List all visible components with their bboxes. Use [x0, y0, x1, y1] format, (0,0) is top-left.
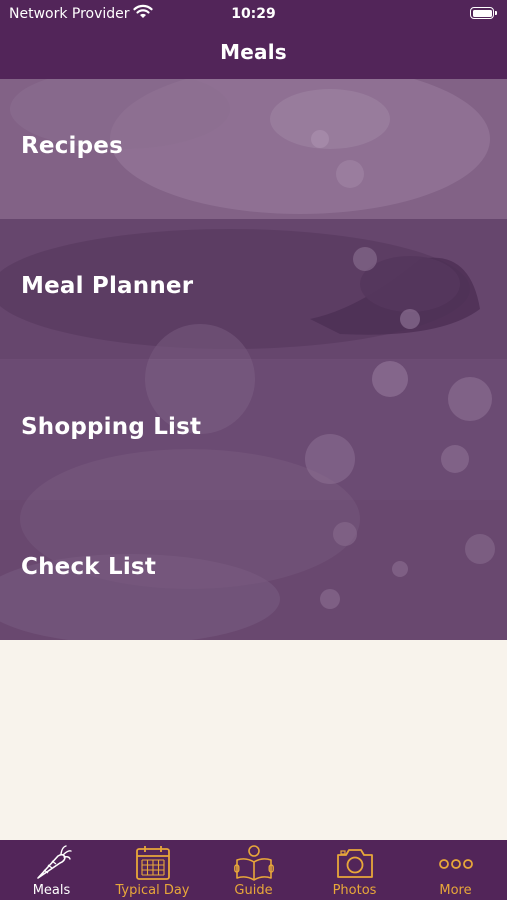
battery-icon: [470, 7, 497, 19]
menu-item-recipes[interactable]: Recipes: [0, 79, 507, 219]
menu-item-meal-planner[interactable]: Meal Planner: [0, 219, 507, 359]
tab-label: Photos: [332, 883, 377, 898]
status-bar: Network Provider 10:29: [0, 0, 507, 28]
reading-person-icon: [233, 845, 274, 881]
tab-label: Typical Day: [115, 883, 190, 898]
menu-item-label: Check List: [21, 554, 157, 580]
menu-item-shopping-list[interactable]: Shopping List: [0, 360, 507, 500]
calendar-icon: [135, 846, 170, 880]
status-time: 10:29: [231, 6, 276, 22]
tab-typical-day[interactable]: Typical Day: [102, 840, 203, 900]
tab-meals[interactable]: Meals: [1, 840, 102, 900]
tab-more[interactable]: More: [405, 840, 506, 900]
tab-label: Guide: [234, 883, 273, 898]
menu-item-label: Recipes: [21, 133, 123, 159]
menu-item-label: Meal Planner: [21, 273, 194, 299]
page-title: Meals: [220, 40, 287, 64]
tab-bar: Meals Typical Day Guide Photos More: [0, 840, 507, 900]
tab-guide[interactable]: Guide: [203, 840, 304, 900]
tab-label: Meals: [32, 883, 71, 898]
more-dots-icon: [438, 859, 473, 869]
carrot-icon: [36, 845, 72, 879]
navigation-bar: Network Provider 10:29 Meals: [0, 0, 507, 79]
tab-label: More: [439, 883, 472, 898]
tab-photos[interactable]: Photos: [304, 840, 405, 900]
camera-icon: [336, 849, 373, 878]
menu-item-check-list[interactable]: Check List: [0, 500, 507, 640]
menu-item-label: Shopping List: [21, 414, 202, 440]
meals-menu: Recipes Meal Planner Shopping List Check…: [0, 79, 507, 640]
